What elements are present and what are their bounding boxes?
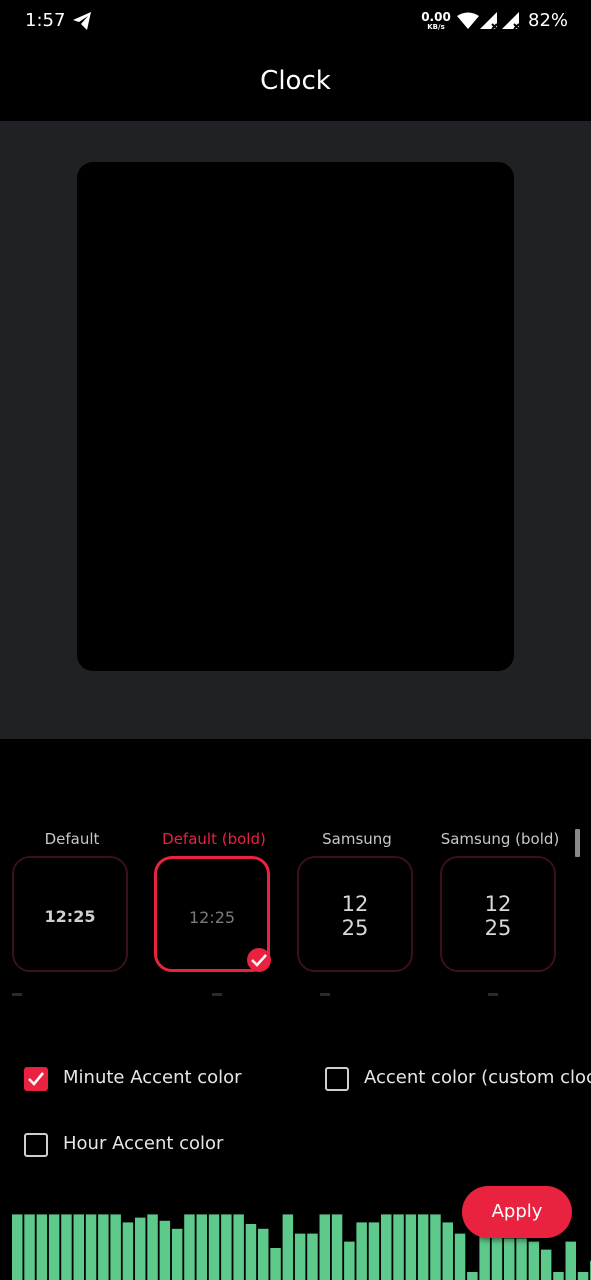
- visualizer-bar: [553, 1272, 564, 1280]
- clock-style-samsung[interactable]: Samsung 12 25: [297, 826, 417, 996]
- visualizer-bar: [245, 1224, 257, 1280]
- horizontal-scrollbar[interactable]: [575, 829, 580, 857]
- visualizer-bar: [171, 1228, 183, 1280]
- telegram-icon: [73, 12, 91, 30]
- page-title: Clock: [260, 66, 331, 96]
- clock-style-preview[interactable]: 12:25: [12, 856, 128, 972]
- clipped-label: [212, 993, 222, 996]
- clock-style-default[interactable]: Default 12:25: [12, 826, 132, 996]
- minute-accent-option[interactable]: Minute Accent color: [24, 1065, 284, 1095]
- clock-style-label: Samsung: [322, 830, 392, 848]
- clock-preview-area: [0, 121, 591, 739]
- visualizer-bar: [270, 1248, 281, 1280]
- clock-style-list[interactable]: Default 12:25 Default (bold) 12:25 Samsu…: [0, 826, 591, 1006]
- visualizer-bar: [393, 1214, 404, 1280]
- clock-style-minute: 25: [341, 916, 369, 940]
- wifi-icon: [457, 12, 479, 29]
- visualizer-bar: [48, 1214, 60, 1280]
- clipped-label: [12, 993, 22, 996]
- visualizer-bar: [12, 1214, 23, 1280]
- clock-style-time: 12 25: [299, 892, 411, 940]
- visualizer-bar: [319, 1214, 330, 1280]
- visualizer-bar: [430, 1214, 441, 1280]
- clock-style-time: 12 25: [442, 892, 554, 940]
- visualizer-bar: [98, 1214, 109, 1280]
- clock-style-time: 12:25: [188, 908, 236, 927]
- visualizer-bar: [36, 1214, 48, 1280]
- visualizer-bar: [516, 1238, 527, 1280]
- visualizer-bar: [85, 1214, 97, 1280]
- visualizer-bar: [282, 1214, 294, 1280]
- visualizer-bar: [73, 1214, 84, 1280]
- visualizer-bar: [61, 1214, 72, 1280]
- clock-style-label: Default (bold): [162, 830, 266, 848]
- accent-custom-option[interactable]: Accent color (custom clock): [325, 1065, 591, 1095]
- visualizer-bar: [344, 1241, 355, 1280]
- visualizer-bar: [233, 1214, 244, 1280]
- clock-style-minute: 25: [484, 916, 512, 940]
- battery-level: 82%: [528, 10, 569, 31]
- signal-icon: [502, 12, 520, 30]
- accent-custom-checkbox[interactable]: [325, 1067, 349, 1091]
- selected-check-icon: [247, 948, 271, 972]
- accent-custom-label: Accent color (custom clock): [364, 1067, 591, 1088]
- clipped-label: [320, 993, 330, 996]
- visualizer-bar: [565, 1241, 576, 1280]
- clock-style-default-bold[interactable]: Default (bold) 12:25: [154, 826, 274, 996]
- visualizer-bar: [467, 1272, 478, 1280]
- minute-accent-label: Minute Accent color: [63, 1067, 242, 1088]
- clock-settings-screen: 1:57 0.00 KB/s 82% Clock Default 12:25 D…: [0, 0, 591, 1280]
- visualizer-bar: [454, 1233, 466, 1280]
- hour-accent-label: Hour Accent color: [63, 1133, 224, 1154]
- minute-accent-checkbox[interactable]: [24, 1067, 48, 1091]
- visualizer-bar: [159, 1220, 171, 1280]
- clipped-label: [488, 993, 498, 996]
- hour-accent-checkbox[interactable]: [24, 1133, 48, 1157]
- visualizer-bar: [196, 1214, 207, 1280]
- visualizer-bar: [110, 1214, 121, 1280]
- clock-style-label: Default: [44, 830, 100, 848]
- clock-style-label: Samsung (bold): [440, 830, 560, 848]
- status-bar: 1:57 0.00 KB/s 82%: [0, 0, 591, 44]
- visualizer-bar: [442, 1222, 453, 1280]
- visualizer-bar: [258, 1228, 269, 1280]
- visualizer-bar: [135, 1217, 146, 1280]
- visualizer-bar: [331, 1214, 343, 1280]
- visualizer-bar: [208, 1214, 220, 1280]
- clock-style-hour: 12: [341, 892, 369, 916]
- visualizer-bar: [528, 1241, 540, 1280]
- visualizer-bar: [577, 1272, 589, 1280]
- hour-accent-option[interactable]: Hour Accent color: [24, 1131, 264, 1161]
- visualizer-bar: [405, 1214, 417, 1280]
- visualizer-bar: [417, 1214, 429, 1280]
- visualizer-bar: [381, 1214, 392, 1280]
- network-speed-value: 0.00: [421, 10, 451, 24]
- signal-icon: [480, 12, 498, 30]
- visualizer-bar: [24, 1214, 35, 1280]
- visualizer-bar: [540, 1249, 552, 1280]
- clock-style-preview[interactable]: 12:25: [154, 856, 271, 972]
- clock-style-hour: 12: [484, 892, 512, 916]
- status-time: 1:57: [25, 10, 66, 31]
- visualizer-bar: [294, 1233, 306, 1280]
- clock-style-preview[interactable]: 12 25: [440, 856, 556, 972]
- visualizer-bar: [221, 1214, 232, 1280]
- visualizer-bar: [356, 1222, 367, 1280]
- visualizer-bar: [184, 1214, 195, 1280]
- clock-style-samsung-bold[interactable]: Samsung (bold) 12 25: [440, 826, 560, 996]
- visualizer-bar: [122, 1222, 134, 1280]
- visualizer-bar: [504, 1238, 515, 1280]
- clock-style-preview[interactable]: 12 25: [297, 856, 413, 972]
- visualizer-bar: [368, 1222, 380, 1280]
- visualizer-bar: [307, 1233, 318, 1280]
- visualizer-bar: [147, 1214, 158, 1280]
- network-speed: 0.00 KB/s: [420, 11, 452, 35]
- network-speed-unit: KB/s: [427, 23, 445, 31]
- apply-button[interactable]: Apply: [462, 1186, 572, 1238]
- clock-preview-card: [77, 162, 514, 671]
- clock-style-time: 12:25: [44, 907, 96, 926]
